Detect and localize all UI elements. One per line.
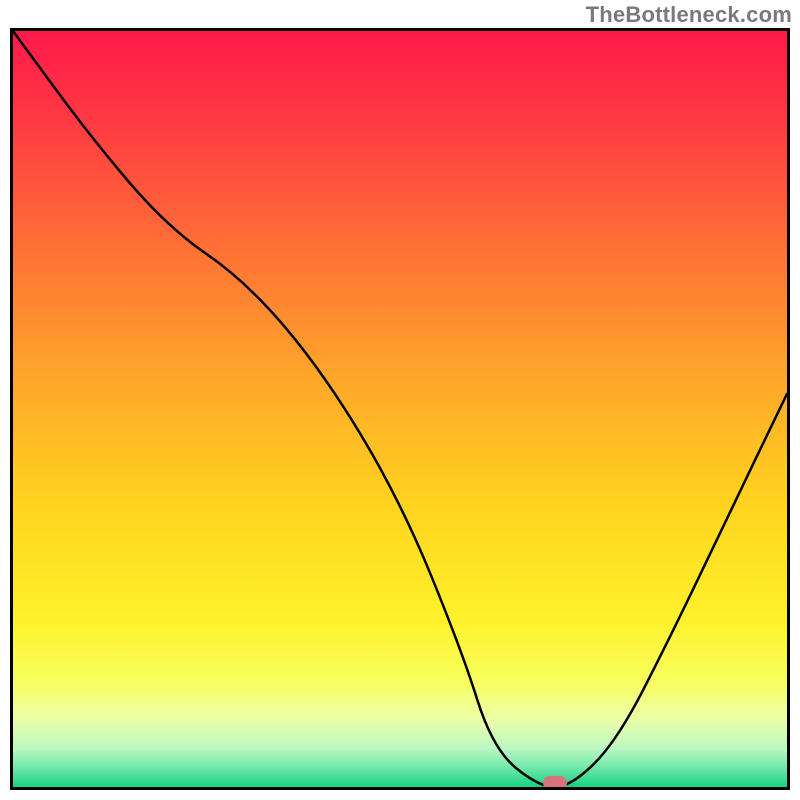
bottleneck-curve [13, 31, 787, 787]
plot-area [10, 28, 790, 790]
curve-path [13, 31, 787, 787]
optimal-point-marker [543, 776, 567, 790]
chart-frame: TheBottleneck.com [0, 0, 800, 800]
watermark-label: TheBottleneck.com [586, 2, 792, 28]
